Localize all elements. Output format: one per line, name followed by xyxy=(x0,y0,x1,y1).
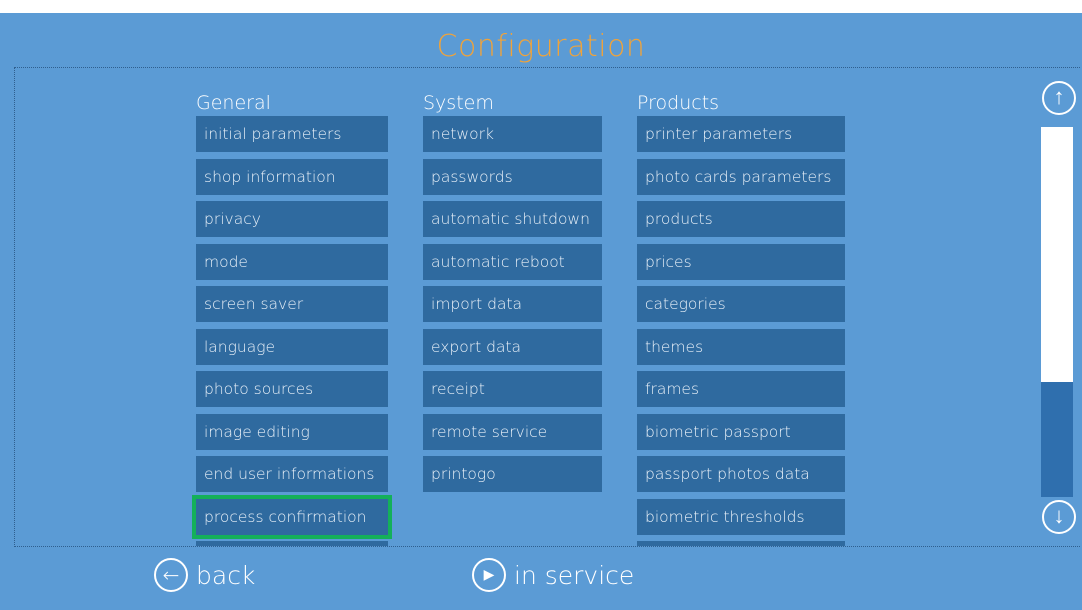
page-title: Configuration xyxy=(436,29,646,64)
products-item-biometric-thresholds[interactable]: biometric thresholds xyxy=(637,498,845,535)
products-item-printer-parameters[interactable]: printer parameters xyxy=(637,116,845,152)
column-heading-products: Products xyxy=(637,92,720,114)
scroll-up-button[interactable]: ↑ xyxy=(1042,81,1076,115)
general-item-photo-sources[interactable]: photo sources xyxy=(196,371,388,407)
general-item-partial[interactable] xyxy=(196,541,388,546)
products-item-prices[interactable]: prices xyxy=(637,243,845,280)
products-item-passport-photos-data[interactable]: passport photos data xyxy=(637,456,845,492)
in-service-button[interactable]: ▶ in service xyxy=(472,555,634,595)
arrow-down-circle-icon: ↓ xyxy=(1053,503,1065,528)
system-item-automatic-shutdown[interactable]: automatic shutdown xyxy=(423,201,602,237)
products-item-products[interactable]: products xyxy=(637,201,845,237)
scroll-down-button[interactable]: ↓ xyxy=(1042,500,1076,534)
system-item-automatic-reboot[interactable]: automatic reboot xyxy=(423,243,602,280)
system-item-passwords[interactable]: passwords xyxy=(423,158,602,195)
products-item-themes[interactable]: themes xyxy=(637,328,845,365)
general-item-initial-parameters[interactable]: initial parameters xyxy=(196,116,388,152)
general-item-language[interactable]: language xyxy=(196,328,388,365)
general-item-mode[interactable]: mode xyxy=(196,243,388,280)
general-item-process-confirmation[interactable]: process confirmation xyxy=(192,494,392,539)
column-heading-general: General xyxy=(196,92,271,114)
products-item-categories[interactable]: categories xyxy=(637,286,845,322)
products-item-photo-cards-parameters[interactable]: photo cards parameters xyxy=(637,158,845,195)
column-general: General initial parameters shop informat… xyxy=(192,90,392,546)
arrow-up-circle-icon: ↑ xyxy=(1053,84,1065,109)
play-circle-icon: ▶ xyxy=(472,558,506,592)
system-item-printogo[interactable]: printogo xyxy=(423,456,602,492)
column-heading-system: System xyxy=(423,92,494,114)
system-item-network[interactable]: network xyxy=(423,116,602,152)
general-item-end-user-informations[interactable]: end user informations xyxy=(196,456,388,492)
system-item-remote-service[interactable]: remote service xyxy=(423,413,602,450)
scrollbar-thumb[interactable] xyxy=(1041,382,1073,497)
general-item-screen-saver[interactable]: screen saver xyxy=(196,286,388,322)
products-item-biometric-passport[interactable]: biometric passport xyxy=(637,413,845,450)
column-system: System network passwords automatic shutd… xyxy=(423,90,602,499)
products-item-partial[interactable] xyxy=(637,541,845,546)
system-item-receipt[interactable]: receipt xyxy=(423,371,602,407)
column-products: Products printer parameters photo cards … xyxy=(637,90,845,546)
config-panel: General initial parameters shop informat… xyxy=(14,67,1080,547)
general-item-shop-information[interactable]: shop information xyxy=(196,158,388,195)
back-button[interactable]: ← back xyxy=(154,555,255,595)
app-window: Configuration General initial parameters… xyxy=(0,13,1082,610)
general-item-privacy[interactable]: privacy xyxy=(196,201,388,237)
in-service-label: in service xyxy=(514,560,635,590)
arrow-left-circle-icon: ← xyxy=(154,558,188,592)
system-item-export-data[interactable]: export data xyxy=(423,328,602,365)
products-item-frames[interactable]: frames xyxy=(637,371,845,407)
scrollbar-track[interactable] xyxy=(1041,127,1073,497)
back-label: back xyxy=(196,560,256,590)
system-item-import-data[interactable]: import data xyxy=(423,286,602,322)
general-item-image-editing[interactable]: image editing xyxy=(196,413,388,450)
